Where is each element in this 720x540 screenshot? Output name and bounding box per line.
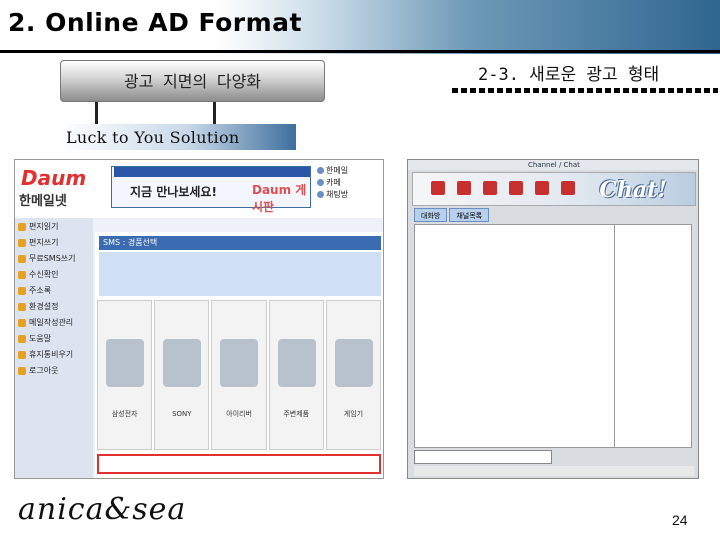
menu-icon [18,254,26,263]
slide-title: 2. Online AD Format [8,8,302,37]
product-brand: 삼성전자 [111,410,138,418]
toolbar-icon [483,181,497,195]
service-name: 한메일넷 [19,194,67,209]
quick-link-label: 채팅방 [326,189,349,199]
slogan-bar: Luck to You Solution [58,124,296,150]
menu-item: 편지읽기 [18,219,90,234]
dashed-divider [452,88,718,93]
product-card: 주변제품 [268,300,324,450]
product-card: 아이리버 [211,300,267,450]
product-image [106,339,144,387]
chat-window-title: Channel / Chat [408,160,698,170]
user-list [614,224,692,448]
product-card: 게임기 [325,300,382,450]
menu-icon [18,366,26,375]
banner-brand: Daum 게시판 [252,183,307,214]
chat-toolbar: Chat! [412,172,696,206]
bullet-icon [317,178,324,186]
menu-label: 무료SMS쓰기 [29,254,76,263]
product-brand: SONY [172,410,192,418]
banner-titlebar [114,167,310,177]
menu-icon [18,350,26,359]
sms-panel: SMS : 경품선택 삼성전자 SONY 아이리버 주변제품 게임기 [95,232,383,478]
bullet-icon [317,166,324,174]
toolbar-icon [431,181,445,195]
page-number: 24 [672,512,688,528]
quick-link-label: 카페 [326,177,341,187]
chat-input [414,450,552,464]
product-image [220,339,259,387]
toolbar-icon [561,181,575,195]
sms-description [99,252,381,296]
menu-icon [18,270,26,279]
menu-icon [18,222,26,231]
menu-item: 주소록 [18,283,90,298]
banner-text: 지금 만나보세요! [130,185,217,199]
webmail-header: Daum 한메일넷 지금 만나보세요! Daum 게시판 한메일 카페 채팅방 [15,160,383,218]
menu-item: 환경설정 [18,299,90,314]
menu-icon [18,286,26,295]
product-row: 삼성전자 SONY 아이리버 주변제품 게임기 [97,300,382,450]
chat-tab: 채널목록 [449,208,490,222]
menu-item: 휴지통비우기 [18,347,90,362]
selection-row [97,454,381,474]
chat-logo: Chat! [599,177,667,203]
toolbar-icon [457,181,471,195]
menu-label: 도움말 [29,334,52,343]
ad-banner: 지금 만나보세요! Daum 게시판 [111,166,311,214]
product-card: SONY [154,300,210,450]
product-card: 삼성전자 [97,300,153,450]
product-brand: 주변제품 [283,410,310,418]
chat-screenshot: Channel / Chat Chat! 대화방 채널목록 [407,159,699,479]
company-logo: anica&sea [18,492,187,527]
menu-item: 편지쓰기 [18,235,90,250]
daum-logo: Daum [21,166,87,190]
menu-label: 편지읽기 [29,222,59,231]
quick-link: 한메일 [317,164,383,176]
quick-link: 채팅방 [317,188,383,200]
chat-log [414,224,618,448]
topic-capsule: 광고 지면의 다양화 [60,60,325,102]
product-image [277,339,316,387]
toolbar-icon [535,181,549,195]
menu-label: 로그아웃 [29,366,59,375]
product-image [334,339,373,387]
quick-link-label: 한메일 [326,165,349,175]
product-brand: 아이리버 [226,410,252,418]
connector-right [213,102,216,124]
menu-icon [18,318,26,327]
slogan-text: Luck to You Solution [66,128,240,147]
capsule-label: 광고 지면의 다양화 [123,72,262,91]
menu-item: 로그아웃 [18,363,90,378]
menu-item: 도움말 [18,331,90,346]
menu-icon [18,302,26,311]
menu-item: 무료SMS쓰기 [18,251,90,266]
menu-label: 휴지통비우기 [29,350,74,359]
bullet-icon [317,190,324,198]
product-image [163,339,202,387]
toolbar-icon [509,181,523,195]
chat-statusbar [414,466,694,476]
menu-item: 메일작성관리 [18,315,90,330]
menu-icon [18,238,26,247]
menu-icon [18,334,26,343]
menu-item: 수신확인 [18,267,90,282]
menu-label: 메일작성관리 [29,318,74,327]
menu-label: 수신확인 [29,270,59,279]
webmail-screenshot: Daum 한메일넷 지금 만나보세요! Daum 게시판 한메일 카페 채팅방 … [14,159,384,479]
quick-link: 카페 [317,176,383,188]
webmail-sidebar: 편지읽기 편지쓰기 무료SMS쓰기 수신확인 주소록 환경설정 메일작성관리 도… [15,218,93,478]
section-title: 2-3. 새로운 광고 형태 [478,65,660,85]
menu-label: 주소록 [29,286,52,295]
chat-tab: 대화방 [414,208,448,222]
sms-header: SMS : 경품선택 [99,236,381,250]
quick-links: 한메일 카페 채팅방 [317,164,383,200]
menu-label: 환경설정 [29,302,59,311]
chat-tabs: 대화방 채널목록 [414,208,490,222]
product-brand: 게임기 [343,410,364,418]
connector-left [95,102,98,124]
title-underline [0,50,720,53]
menu-label: 편지쓰기 [29,238,59,247]
